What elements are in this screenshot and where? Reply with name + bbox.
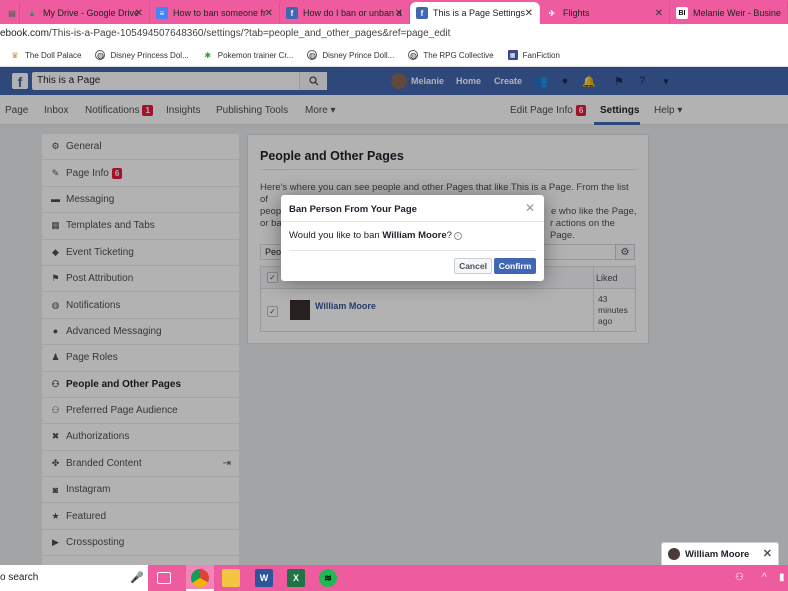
browser-tab[interactable]: ≡ How to ban someone fr ✕: [150, 2, 280, 24]
browser-tab-bar: ▤ ▲ My Drive - Google Drive ✕ ≡ How to b…: [0, 0, 788, 24]
bookmark-item[interactable]: ♛ The Doll Palace: [10, 50, 81, 60]
browser-tab[interactable]: BI Melanie Weir - Business: [670, 2, 788, 24]
message-text: Would you like to ban: [289, 230, 383, 241]
network-icon[interactable]: ▮: [779, 572, 785, 583]
tab-label: Melanie Weir - Business: [693, 8, 781, 18]
person-name: William Moore: [382, 230, 447, 241]
divider: [289, 250, 536, 251]
bi-icon: BI: [676, 7, 688, 19]
bookmark-label: Disney Prince Doll...: [322, 50, 395, 60]
close-icon[interactable]: ✕: [655, 8, 663, 19]
docs-icon: ≡: [156, 7, 168, 19]
task-view-icon[interactable]: [157, 572, 171, 584]
bookmark-label: The RPG Collective: [423, 50, 494, 60]
chrome-icon[interactable]: [191, 569, 209, 587]
fanfiction-icon: ▦: [507, 50, 518, 60]
chat-name: William Moore: [685, 548, 750, 560]
dialog-message: Would you like to ban William Moore? i: [289, 230, 462, 241]
excel-icon[interactable]: X: [287, 569, 305, 587]
doll-palace-icon: ♛: [11, 50, 19, 60]
divider: [281, 221, 544, 222]
google-drive-icon: ▲: [28, 8, 36, 18]
bookmark-label: FanFiction: [522, 50, 560, 60]
close-icon[interactable]: ✕: [525, 8, 533, 19]
browser-tab[interactable]: f How do I ban or unban a ✕: [280, 2, 410, 24]
bookmark-label: Disney Princess Dol...: [110, 50, 189, 60]
word-icon[interactable]: W: [255, 569, 273, 587]
tab-label: My Drive - Google Drive: [43, 8, 140, 18]
browser-tab[interactable]: ✈ Flights ✕: [540, 2, 670, 24]
globe-icon: ◍: [95, 50, 106, 60]
people-icon[interactable]: ⚇: [735, 572, 744, 583]
facebook-icon: f: [286, 7, 298, 19]
bookmarks-bar: ♛ The Doll Palace ◍ Disney Princess Dol.…: [0, 44, 788, 67]
modal-overlay[interactable]: [0, 67, 788, 565]
address-bar[interactable]: ebook.com/This-is-a-Page-105494507648360…: [0, 24, 788, 44]
tab-label: How do I ban or unban a: [303, 8, 402, 18]
ban-person-dialog: Ban Person From Your Page ✕ Would you li…: [281, 195, 544, 281]
search-text: o search: [0, 572, 39, 583]
microphone-icon[interactable]: 🎤: [130, 571, 144, 584]
flights-icon: ✈: [548, 8, 556, 18]
bookmark-item[interactable]: ▦ FanFiction: [507, 50, 560, 60]
dialog-title: Ban Person From Your Page: [289, 204, 417, 215]
confirm-button[interactable]: Confirm: [494, 258, 536, 274]
chat-tab[interactable]: William Moore ✕: [661, 542, 779, 565]
close-icon[interactable]: ✕: [525, 201, 535, 215]
partial-tab-icon: ▤: [8, 8, 16, 18]
file-explorer-icon[interactable]: [222, 569, 240, 587]
bookmark-item[interactable]: ◍ The RPG Collective: [408, 50, 494, 60]
close-icon[interactable]: ✕: [395, 8, 403, 19]
bookmark-item[interactable]: ✱ Pokemon trainer Cr...: [203, 50, 294, 60]
tab-label: How to ban someone fr: [173, 8, 267, 18]
taskbar-search-input[interactable]: o search: [0, 565, 148, 591]
close-icon[interactable]: ✕: [763, 547, 772, 560]
bookmark-item[interactable]: ◍ Disney Princess Dol...: [95, 50, 189, 60]
bookmark-item[interactable]: ◍ Disney Prince Doll...: [307, 50, 394, 60]
chevron-up-icon[interactable]: ^: [762, 572, 767, 583]
url-host: ebook.com: [0, 28, 49, 39]
globe-icon: ◍: [307, 50, 318, 60]
browser-tab[interactable]: ▤: [0, 2, 20, 24]
close-icon[interactable]: ✕: [135, 8, 143, 19]
globe-icon: ◍: [408, 50, 419, 60]
bookmark-label: The Doll Palace: [25, 50, 82, 60]
info-icon[interactable]: i: [453, 232, 462, 240]
cancel-button[interactable]: Cancel: [454, 258, 492, 274]
facebook-icon: f: [416, 7, 428, 19]
taskbar: o search 🎤 W X ≋ ⚇ ^ ▮: [0, 565, 788, 591]
tab-label: This is a Page Settings: [433, 8, 526, 18]
avatar: [668, 548, 680, 560]
url-path: /This-is-a-Page-105494507648360/settings…: [48, 28, 451, 39]
message-text: ?: [446, 230, 452, 241]
pokemon-icon: ✱: [204, 50, 212, 60]
bookmark-label: Pokemon trainer Cr...: [217, 50, 294, 60]
spotify-icon[interactable]: ≋: [319, 569, 337, 587]
browser-tab-active[interactable]: f This is a Page Settings ✕: [410, 2, 540, 24]
tab-label: Flights: [563, 8, 590, 18]
close-icon[interactable]: ✕: [265, 8, 273, 19]
browser-tab[interactable]: ▲ My Drive - Google Drive ✕: [20, 2, 150, 24]
